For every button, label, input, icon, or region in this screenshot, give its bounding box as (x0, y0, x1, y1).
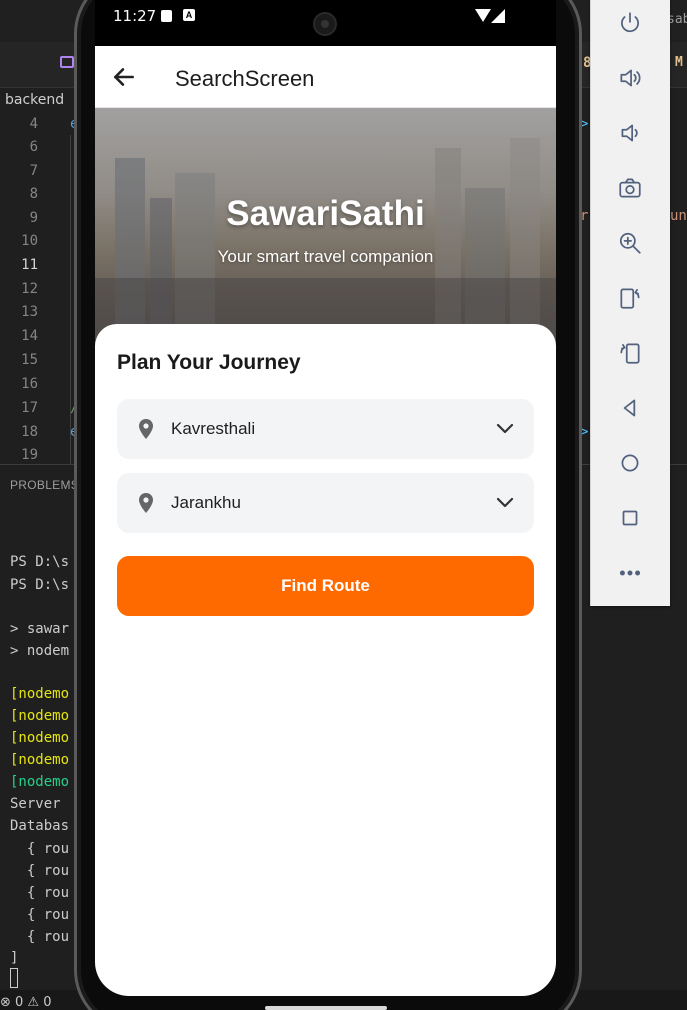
line-number: 19 (21, 447, 38, 463)
overview-icon[interactable] (615, 503, 645, 533)
from-location-value: Kavresthali (171, 419, 256, 438)
to-location-dropdown[interactable]: Jarankhu (117, 473, 534, 533)
line-number: 15 (21, 352, 38, 368)
code-fragment: un (670, 208, 687, 224)
sd-card-icon (161, 10, 172, 22)
page-title: SearchScreen (175, 66, 315, 91)
tab-problems[interactable]: PROBLEMS (10, 478, 79, 492)
modified-badge: M (675, 55, 683, 70)
notification-badge-icon: A (183, 9, 195, 21)
chevron-down-icon[interactable] (496, 421, 514, 435)
camera-icon[interactable] (615, 173, 645, 203)
line-number: 13 (21, 304, 38, 320)
terminal-line: > sawar (10, 621, 70, 637)
terminal-line: { rou (10, 907, 70, 923)
volume-down-icon[interactable] (615, 118, 645, 148)
terminal-cursor (10, 968, 18, 988)
front-camera (313, 12, 337, 36)
rotate-left-icon[interactable] (615, 283, 645, 313)
terminal-line: { rou (10, 863, 70, 879)
line-number: 7 (29, 163, 38, 179)
terminal-line: > nodem (10, 643, 70, 659)
terminal-line: [nodemo (10, 686, 70, 702)
line-number: 6 (29, 139, 38, 155)
gesture-home-bar[interactable] (265, 1006, 387, 1010)
terminal-line: ] (10, 950, 19, 966)
line-number: 9 (29, 210, 38, 226)
signal-icon (491, 9, 505, 23)
hero-subtitle: Your smart travel companion (217, 247, 434, 266)
terminal-line: { rou (10, 929, 70, 945)
android-status-bar: 11:27 A (95, 0, 556, 46)
rotate-right-icon[interactable] (615, 338, 645, 368)
card-title: Plan Your Journey (117, 351, 301, 374)
desktop-stage: backend 4678910111213141516171819 e } / … (0, 0, 687, 1010)
wifi-icon (475, 9, 491, 22)
back-icon[interactable] (615, 393, 645, 423)
from-location-dropdown[interactable]: Kavresthali (117, 399, 534, 459)
terminal-line: PS D:\s (10, 577, 70, 593)
line-number: 10 (21, 233, 38, 249)
emulator-toolbar (590, 0, 670, 606)
line-number: 17 (21, 400, 38, 416)
hero-title: SawariSathi (226, 194, 425, 233)
image-tab-icon[interactable] (60, 56, 74, 68)
line-number: 11 (21, 257, 38, 273)
volume-up-icon[interactable] (615, 63, 645, 93)
terminal-line: { rou (10, 841, 70, 857)
code-fragment: sab (667, 12, 687, 27)
app-bar: SearchScreen (95, 46, 556, 108)
terminal-line: Server (10, 796, 61, 812)
problems-count[interactable]: ⊗ 0 ⚠ 0 (0, 995, 52, 1010)
line-number: 14 (21, 328, 38, 344)
location-pin-icon (137, 492, 155, 514)
status-time: 11:27 (113, 7, 157, 25)
chevron-down-icon[interactable] (496, 495, 514, 509)
journey-card: Plan Your Journey Kavresthali Jarankhu F… (95, 324, 556, 996)
power-icon[interactable] (615, 8, 645, 38)
indent-guide (70, 135, 71, 465)
terminal-line: [nodemo (10, 708, 70, 724)
terminal-line: [nodemo (10, 774, 70, 790)
more-icon[interactable] (615, 558, 645, 588)
hero-banner: SawariSathi Your smart travel companion (95, 108, 556, 348)
find-route-button[interactable]: Find Route (117, 556, 534, 616)
line-number: 12 (21, 281, 38, 297)
line-number: 18 (21, 424, 38, 440)
terminal-line: [nodemo (10, 730, 70, 746)
terminal-line: [nodemo (10, 752, 70, 768)
line-number: 4 (29, 116, 38, 132)
back-arrow-icon[interactable] (111, 64, 139, 92)
line-number: 8 (29, 186, 38, 202)
line-number: 16 (21, 376, 38, 392)
terminal-line: { rou (10, 885, 70, 901)
zoom-in-icon[interactable] (615, 228, 645, 258)
phone-screen: 11:27 A SearchScreen SawariSathi Your sm… (95, 0, 556, 996)
home-icon[interactable] (615, 448, 645, 478)
to-location-value: Jarankhu (171, 493, 241, 512)
location-pin-icon (137, 418, 155, 440)
terminal-line: Databas (10, 818, 70, 834)
terminal-line: PS D:\s (10, 554, 70, 570)
breadcrumb[interactable]: backend (5, 92, 64, 108)
